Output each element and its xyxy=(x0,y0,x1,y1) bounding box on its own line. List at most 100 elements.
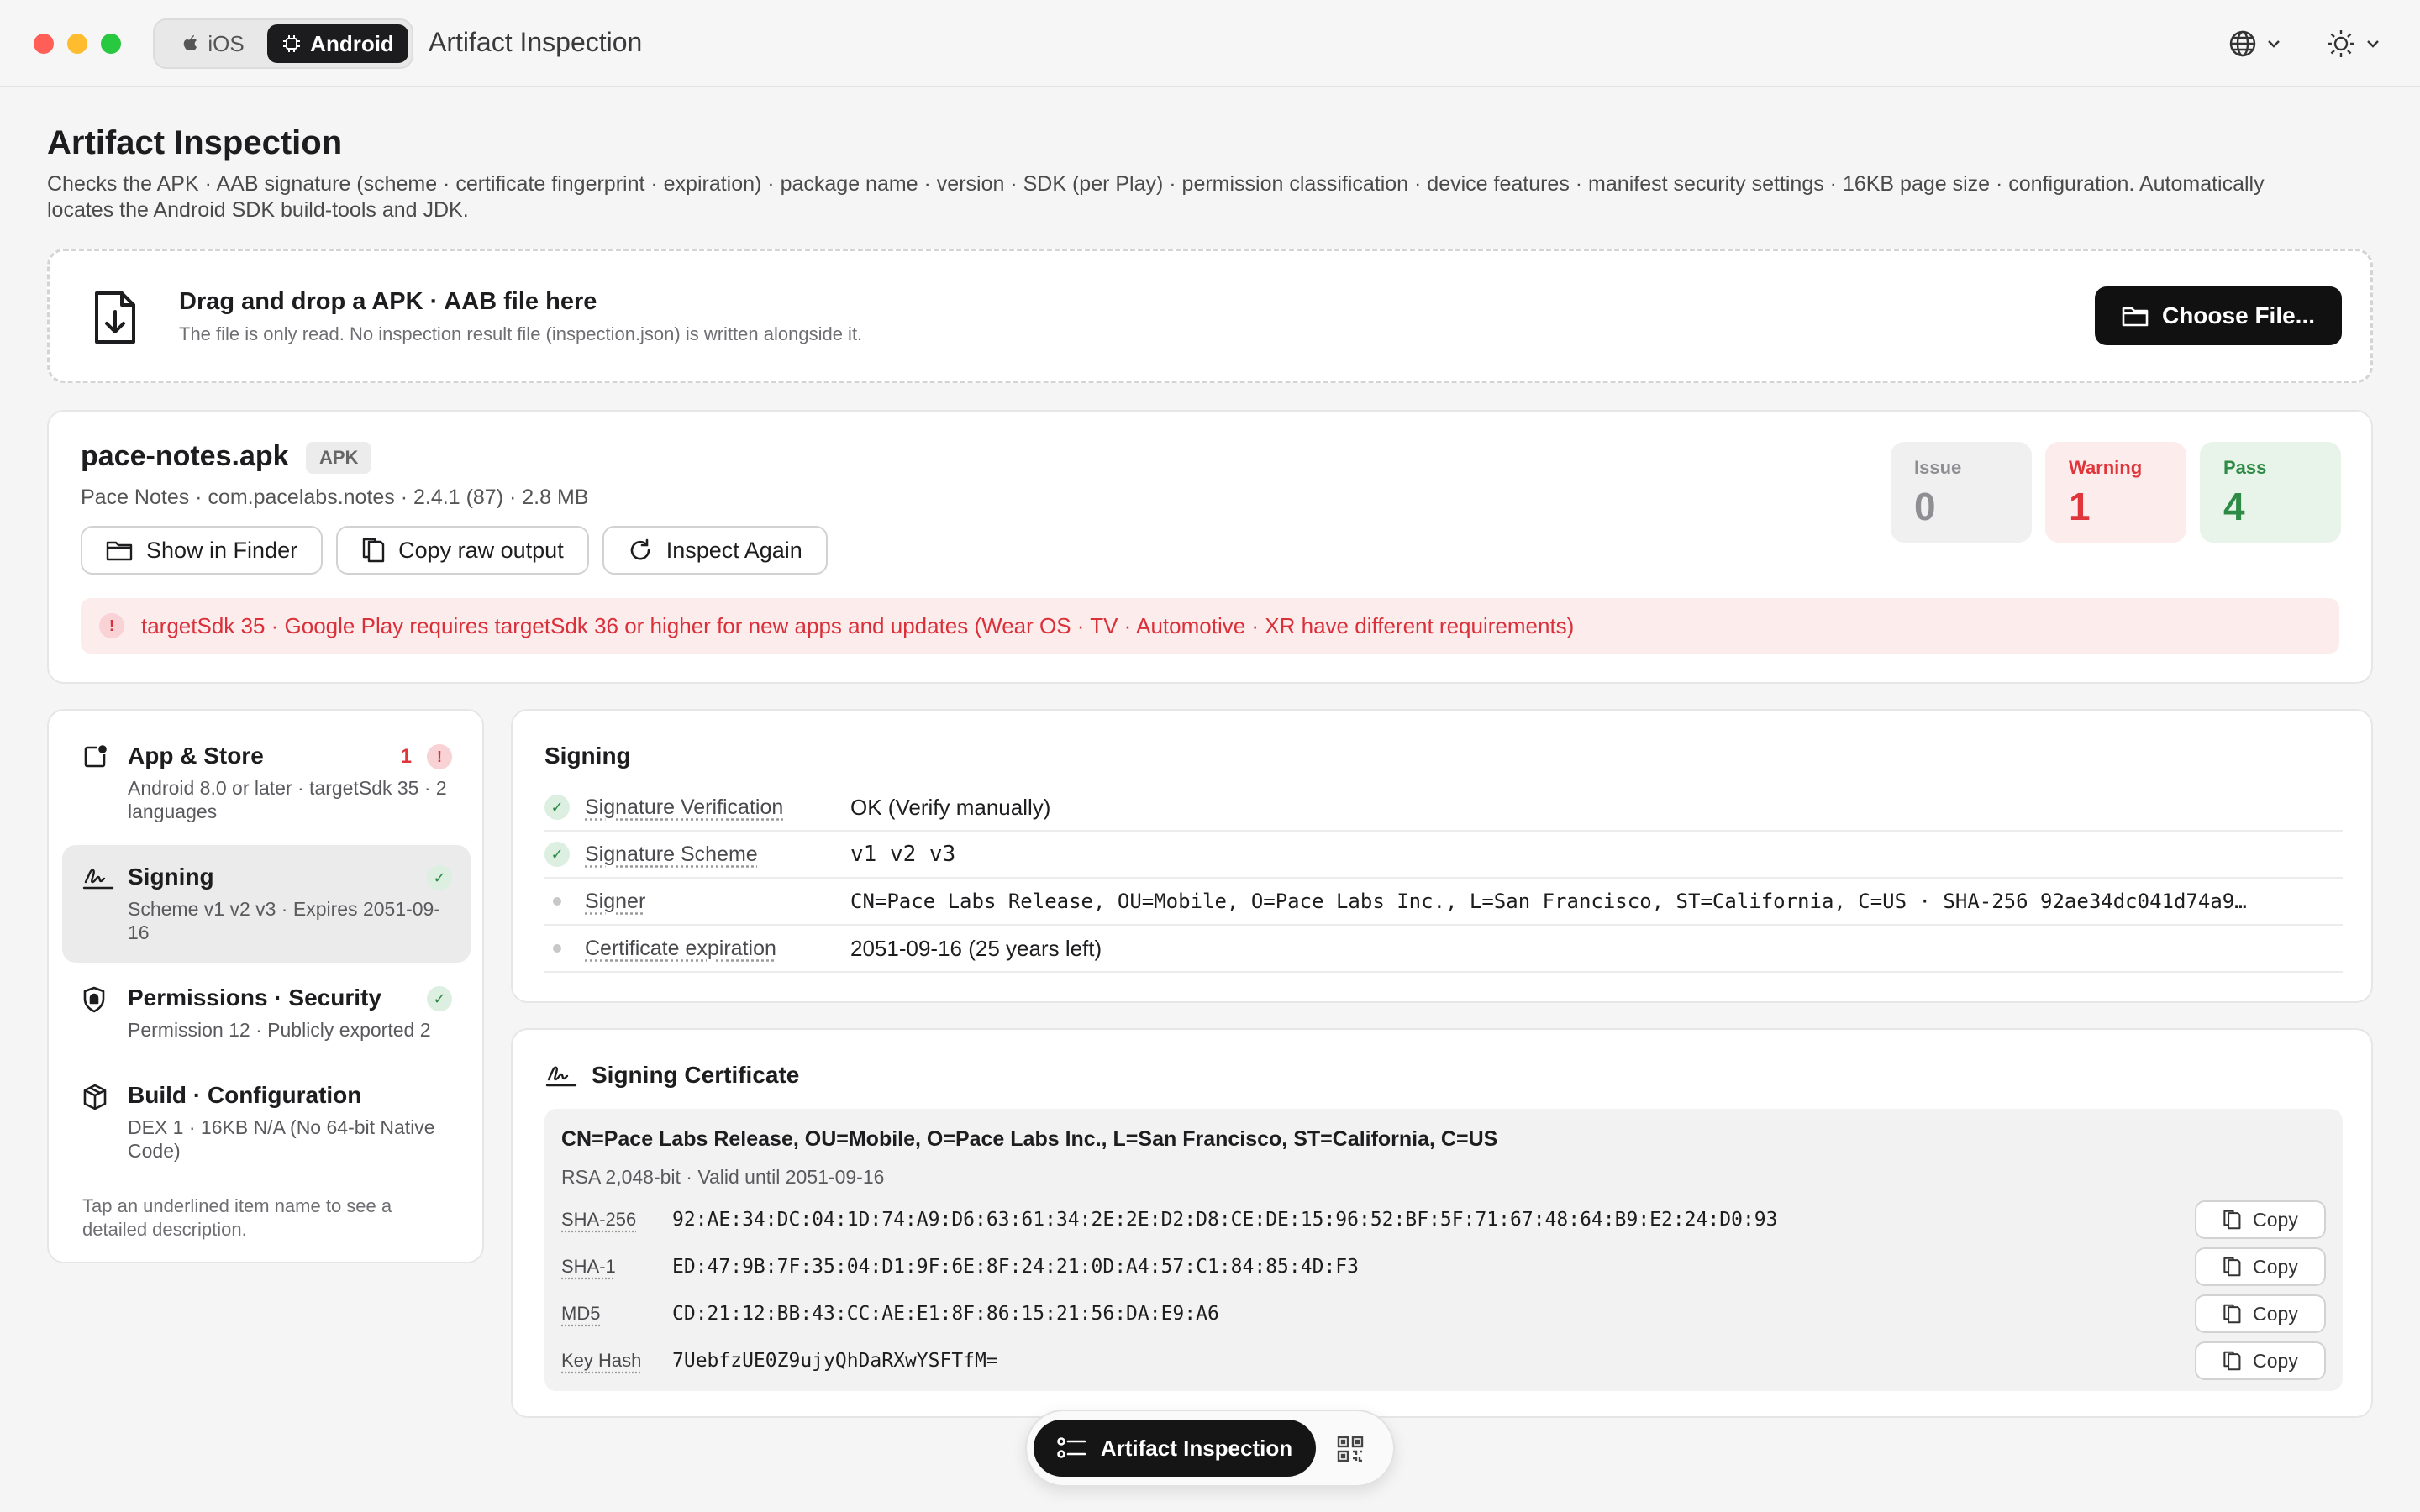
artifact-inspection-tab[interactable]: Artifact Inspection xyxy=(1034,1420,1316,1477)
checkmark-icon: ✓ xyxy=(544,795,570,820)
certificate-title: Signing Certificate xyxy=(592,1062,800,1088)
warning-badge: 1 ! xyxy=(401,744,452,769)
copy-icon xyxy=(2223,1304,2241,1324)
signing-row: Certificate expiration 2051-09-16 (25 ye… xyxy=(544,926,2343,973)
sidebar-item-app-store[interactable]: App & Store Android 8.0 or later · targe… xyxy=(62,724,471,842)
chevron-down-icon xyxy=(2367,40,2379,48)
page-title: Artifact Inspection xyxy=(47,124,343,161)
zoom-window-button[interactable] xyxy=(101,34,121,54)
signing-row: ✓ Signature Scheme v1 v2 v3 xyxy=(544,832,2343,879)
hash-key[interactable]: Key Hash xyxy=(561,1350,672,1372)
copy-icon xyxy=(2223,1257,2241,1277)
target-sdk-warning-banner: ! targetSdk 35 · Google Play requires ta… xyxy=(81,598,2339,654)
sidebar-item-permissions-security[interactable]: Permissions · Security Permission 12 · P… xyxy=(62,966,471,1063)
hash-row-sha256: SHA-256 92:AE:34:DC:04:1D:74:A9:D6:63:61… xyxy=(561,1196,2326,1243)
signature-icon xyxy=(82,869,114,890)
copy-icon xyxy=(2223,1210,2241,1230)
copy-raw-output-button[interactable]: Copy raw output xyxy=(336,526,589,575)
sidebar-item-signing[interactable]: Signing Scheme v1 v2 v3 · Expires 2051-0… xyxy=(62,845,471,963)
signature-verification-key[interactable]: Signature Verification xyxy=(585,795,850,820)
appearance-menu-button[interactable] xyxy=(2326,25,2380,62)
platform-android-label: Android xyxy=(310,30,394,56)
hash-key[interactable]: MD5 xyxy=(561,1303,672,1325)
drop-zone-title: Drag and drop a APK · AAB file here xyxy=(179,288,597,315)
copy-key-hash-button[interactable]: Copy xyxy=(2195,1341,2326,1380)
hash-key[interactable]: SHA-1 xyxy=(561,1256,672,1278)
certificate-details: CN=Pace Labs Release, OU=Mobile, O=Pace … xyxy=(544,1109,2343,1391)
shield-icon xyxy=(83,986,105,1013)
signer-value: CN=Pace Labs Release, OU=Mobile, O=Pace … xyxy=(850,890,2247,913)
signer-key[interactable]: Signer xyxy=(585,890,850,914)
choose-file-label: Choose File... xyxy=(2161,302,2316,328)
minimize-window-button[interactable] xyxy=(67,34,87,54)
pass-label: Pass xyxy=(2223,457,2267,478)
category-sidebar: App & Store Android 8.0 or later · targe… xyxy=(47,709,484,1263)
copy-icon xyxy=(362,538,385,563)
close-window-button[interactable] xyxy=(34,34,54,54)
language-menu-button[interactable] xyxy=(2228,25,2281,62)
window-title: Artifact Inspection xyxy=(429,27,643,57)
qr-code-icon xyxy=(1337,1436,1364,1462)
certificate-header: Signing Certificate xyxy=(544,1062,799,1089)
file-meta: Pace Notes · com.pacelabs.notes · 2.4.1 … xyxy=(81,486,589,509)
sidebar-item-label: Permissions · Security xyxy=(128,984,381,1011)
warning-label: Warning xyxy=(2069,457,2143,478)
hash-value: CD:21:12:BB:43:CC:AE:E1:8F:86:15:21:56:D… xyxy=(672,1303,1219,1325)
signature-scheme-key[interactable]: Signature Scheme xyxy=(585,843,850,867)
page-description: Checks the APK · AAB signature (scheme ·… xyxy=(47,172,2265,222)
certificate-expiration-value: 2051-09-16 (25 years left) xyxy=(850,935,1102,961)
platform-ios-button[interactable]: iOS xyxy=(160,24,266,63)
chevron-down-icon xyxy=(2268,40,2280,48)
hash-row-md5: MD5 CD:21:12:BB:43:CC:AE:E1:8F:86:15:21:… xyxy=(561,1290,2326,1337)
platform-segmented-control: iOS Android xyxy=(153,18,413,69)
folder-icon xyxy=(106,541,133,561)
copy-raw-output-label: Copy raw output xyxy=(398,537,564,563)
show-in-finder-button[interactable]: Show in Finder xyxy=(81,526,324,575)
hash-row-sha1: SHA-1 ED:47:9B:7F:35:04:D1:9F:6E:8F:24:2… xyxy=(561,1243,2326,1290)
file-name: pace-notes.apk xyxy=(81,440,289,472)
qr-code-tab[interactable] xyxy=(1336,1435,1365,1467)
certificate-expiration-key[interactable]: Certificate expiration xyxy=(585,937,850,961)
sidebar-item-build-configuration[interactable]: Build · Configuration DEX 1 · 16KB N/A (… xyxy=(62,1063,471,1181)
signature-icon xyxy=(545,1066,577,1087)
issue-value: 0 xyxy=(1914,485,1936,528)
copy-label: Copy xyxy=(2253,1302,2298,1325)
file-summary-card: pace-notes.apk APK Pace Notes · com.pace… xyxy=(47,410,2373,684)
signing-panel: Signing ✓ Signature Verification OK (Ver… xyxy=(511,709,2373,1003)
file-actions: Show in Finder Copy raw output Inspect A… xyxy=(81,526,828,575)
copy-md5-button[interactable]: Copy xyxy=(2195,1294,2326,1333)
checkmark-icon: ✓ xyxy=(544,842,570,867)
hash-value: 92:AE:34:DC:04:1D:74:A9:D6:63:61:34:2E:2… xyxy=(672,1209,1778,1231)
show-in-finder-label: Show in Finder xyxy=(146,537,298,563)
file-drop-zone[interactable]: Drag and drop a APK · AAB file here The … xyxy=(47,249,2373,383)
pass-count-card: Pass 4 xyxy=(2200,442,2341,543)
drop-zone-subtitle: The file is only read. No inspection res… xyxy=(179,323,863,344)
issue-count-card: Issue 0 xyxy=(1891,442,2032,543)
apple-icon xyxy=(184,35,197,50)
signing-certificate-panel: Signing Certificate CN=Pace Labs Release… xyxy=(511,1028,2373,1418)
dock-label: Artifact Inspection xyxy=(1100,1435,1293,1461)
sidebar-item-summary: Permission 12 · Publicly exported 2 xyxy=(128,1019,431,1041)
package-box-icon xyxy=(83,1084,107,1110)
checklist-icon xyxy=(1057,1437,1086,1458)
sidebar-item-summary: Android 8.0 or later · targetSdk 35 · 2 … xyxy=(128,777,447,822)
exclamation-icon: ! xyxy=(427,744,452,769)
copy-sha256-button[interactable]: Copy xyxy=(2195,1200,2326,1239)
hash-key[interactable]: SHA-256 xyxy=(561,1209,672,1231)
platform-ios-label: iOS xyxy=(208,30,245,56)
warning-value: 1 xyxy=(2069,485,2091,528)
warning-message: targetSdk 35 · Google Play requires targ… xyxy=(141,612,1575,638)
folder-icon xyxy=(2122,307,2149,327)
signature-verification-value: OK (Verify manually) xyxy=(850,794,1051,820)
app-badge-icon xyxy=(84,745,107,768)
inspect-again-button[interactable]: Inspect Again xyxy=(602,526,828,575)
platform-android-button[interactable]: Android xyxy=(267,24,408,63)
refresh-icon xyxy=(630,538,650,560)
copy-sha1-button[interactable]: Copy xyxy=(2195,1247,2326,1286)
checkmark-icon: ✓ xyxy=(427,986,452,1011)
sidebar-item-summary: DEX 1 · 16KB N/A (No 64-bit Native Code) xyxy=(128,1116,435,1162)
choose-file-button[interactable]: Choose File... xyxy=(2095,286,2342,345)
warning-count: 1 xyxy=(400,745,412,768)
copy-label: Copy xyxy=(2253,1208,2298,1231)
checkmark-icon: ✓ xyxy=(427,865,452,890)
